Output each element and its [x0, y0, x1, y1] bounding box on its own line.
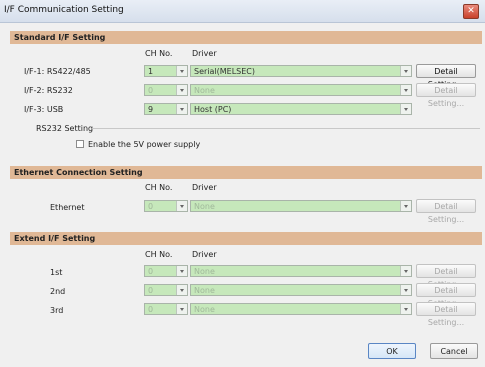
section-ethernet: Ethernet Connection Setting	[10, 166, 482, 179]
chevron-down-icon[interactable]	[176, 104, 187, 114]
extend-2nd-ch-value: 0	[148, 286, 154, 295]
if1-ch-value: 1	[148, 67, 154, 76]
chevron-down-icon[interactable]	[400, 85, 411, 95]
if1-label: I/F-1: RS422/485	[24, 67, 91, 76]
chevron-down-icon[interactable]	[400, 66, 411, 76]
extend-3rd-driver-value: None	[194, 305, 215, 314]
ethernet-detail-button[interactable]: Detail Setting...	[416, 199, 476, 224]
ethernet-label: Ethernet	[50, 203, 85, 212]
if2-ch-select[interactable]: 0	[144, 84, 188, 96]
extend-driver-header: Driver	[192, 250, 217, 259]
ethernet-ch-select[interactable]: 0	[144, 200, 188, 212]
extend-2nd-detail-button[interactable]: Detail Setting...	[416, 283, 476, 308]
if1-ch-select[interactable]: 1	[144, 65, 188, 77]
section-extend-if: Extend I/F Setting	[10, 232, 482, 245]
extend-2nd-driver-value: None	[194, 286, 215, 295]
extend-1st-ch-select[interactable]: 0	[144, 265, 188, 277]
extend-3rd-ch-select[interactable]: 0	[144, 303, 188, 315]
if3-ch-select[interactable]: 9	[144, 103, 188, 115]
extend-3rd-ch-value: 0	[148, 305, 154, 314]
ethernet-ch-header: CH No.	[145, 183, 173, 192]
if3-driver-value: Host (PC)	[194, 105, 232, 114]
if3-label: I/F-3: USB	[24, 105, 64, 114]
chevron-down-icon[interactable]	[176, 66, 187, 76]
section-ethernet-title: Ethernet Connection Setting	[14, 168, 143, 177]
chevron-down-icon[interactable]	[176, 304, 187, 314]
chevron-down-icon[interactable]	[400, 201, 411, 211]
power-checkbox[interactable]	[76, 140, 84, 148]
extend-2nd-driver-select[interactable]: None	[190, 284, 412, 296]
if1-detail-button[interactable]: Detail Setting...	[416, 64, 476, 89]
window-title: I/F Communication Setting	[4, 5, 124, 15]
extend-3rd-label: 3rd	[50, 306, 64, 315]
chevron-down-icon[interactable]	[176, 285, 187, 295]
if3-driver-select[interactable]: Host (PC)	[190, 103, 412, 115]
if2-label: I/F-2: RS232	[24, 86, 73, 95]
chevron-down-icon[interactable]	[400, 266, 411, 276]
if1-driver-value: Serial(MELSEC)	[194, 67, 256, 76]
title-bar: I/F Communication Setting ✕	[0, 0, 485, 23]
ethernet-driver-value: None	[194, 202, 215, 211]
extend-ch-header: CH No.	[145, 250, 173, 259]
section-extend-if-title: Extend I/F Setting	[14, 234, 96, 243]
standard-ch-header: CH No.	[145, 49, 173, 58]
extend-1st-label: 1st	[50, 268, 63, 277]
chevron-down-icon[interactable]	[176, 85, 187, 95]
extend-1st-ch-value: 0	[148, 267, 154, 276]
ok-button[interactable]: OK	[368, 343, 416, 359]
chevron-down-icon[interactable]	[400, 104, 411, 114]
extend-1st-driver-value: None	[194, 267, 215, 276]
rs232-group-divider	[92, 128, 480, 129]
if2-driver-select[interactable]: None	[190, 84, 412, 96]
ethernet-driver-header: Driver	[192, 183, 217, 192]
if1-driver-select[interactable]: Serial(MELSEC)	[190, 65, 412, 77]
chevron-down-icon[interactable]	[400, 285, 411, 295]
extend-2nd-label: 2nd	[50, 287, 66, 296]
extend-3rd-detail-button[interactable]: Detail Setting...	[416, 302, 476, 327]
section-standard-if: Standard I/F Setting	[10, 31, 482, 44]
cancel-button[interactable]: Cancel	[430, 343, 478, 359]
power-checkbox-label: Enable the 5V power supply	[88, 140, 201, 149]
chevron-down-icon[interactable]	[400, 304, 411, 314]
ethernet-driver-select[interactable]: None	[190, 200, 412, 212]
if2-driver-value: None	[194, 86, 215, 95]
close-icon[interactable]: ✕	[463, 4, 479, 19]
extend-3rd-driver-select[interactable]: None	[190, 303, 412, 315]
if2-detail-button[interactable]: Detail Setting...	[416, 83, 476, 108]
ethernet-ch-value: 0	[148, 202, 154, 211]
section-standard-if-title: Standard I/F Setting	[14, 33, 106, 42]
rs232-group-label: RS232 Setting	[36, 124, 94, 133]
chevron-down-icon[interactable]	[176, 201, 187, 211]
standard-driver-header: Driver	[192, 49, 217, 58]
if2-ch-value: 0	[148, 86, 154, 95]
extend-1st-detail-button[interactable]: Detail Setting...	[416, 264, 476, 289]
extend-2nd-ch-select[interactable]: 0	[144, 284, 188, 296]
extend-1st-driver-select[interactable]: None	[190, 265, 412, 277]
chevron-down-icon[interactable]	[176, 266, 187, 276]
if3-ch-value: 9	[148, 105, 154, 114]
